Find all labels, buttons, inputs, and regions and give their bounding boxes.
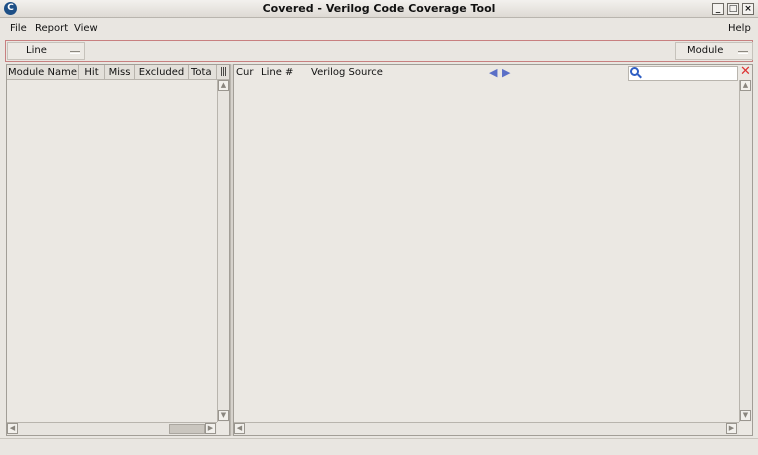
left-vertical-scrollbar[interactable]: ▲ ▼ <box>217 80 229 422</box>
metric-select-value: Line <box>26 45 47 56</box>
column-header-excluded[interactable]: Excluded <box>135 65 189 80</box>
column-header-module-name[interactable]: Module Name <box>7 65 79 80</box>
source-vertical-scrollbar[interactable]: ▲ ▼ <box>739 80 752 422</box>
column-header-total[interactable]: Tota <box>189 65 217 80</box>
scroll-left-arrow-icon[interactable]: ◀ <box>234 423 245 434</box>
column-chooser-icon[interactable]: ||| <box>217 65 229 80</box>
column-header-verilog-source: Verilog Source <box>311 67 383 78</box>
scroll-right-arrow-icon[interactable]: ▶ <box>726 423 737 434</box>
minimize-button[interactable]: _ <box>712 3 724 15</box>
menu-file[interactable]: File <box>10 22 27 36</box>
dropdown-indicator-icon <box>738 51 748 54</box>
scroll-down-arrow-icon[interactable]: ▼ <box>218 410 229 421</box>
dropdown-indicator-icon <box>70 51 80 54</box>
view-select-value: Module <box>687 45 724 56</box>
menu-bar: File Report View Help <box>0 19 758 39</box>
search-icon-handle <box>637 73 642 79</box>
column-header-line-number: Line # <box>261 67 294 78</box>
scroll-thumb[interactable] <box>169 424 205 434</box>
app-icon[interactable]: C <box>4 2 17 15</box>
menu-help[interactable]: Help <box>728 22 751 36</box>
left-horizontal-scrollbar[interactable]: ◀ ▶ <box>7 422 217 435</box>
source-horizontal-scrollbar[interactable]: ◀ ▶ <box>234 422 739 435</box>
close-button[interactable]: × <box>742 3 754 15</box>
status-bar <box>0 438 758 455</box>
scroll-up-arrow-icon[interactable]: ▲ <box>740 80 751 91</box>
column-header-hit[interactable]: Hit <box>79 65 105 80</box>
scroll-down-arrow-icon[interactable]: ▼ <box>740 410 751 421</box>
source-view[interactable]: Cur Line # Verilog Source ◀ ▶ ✕ ▲ ▼ ◀ ▶ <box>233 64 753 436</box>
title-bar: Covered - Verilog Code Coverage Tool C _… <box>0 0 758 18</box>
scroll-up-arrow-icon[interactable]: ▲ <box>218 80 229 91</box>
clear-icon[interactable]: ✕ <box>740 65 751 79</box>
scroll-right-arrow-icon[interactable]: ▶ <box>205 423 216 434</box>
menu-view[interactable]: View <box>74 22 98 36</box>
window-title: Covered - Verilog Code Coverage Tool <box>262 2 496 15</box>
maximize-button[interactable]: □ <box>727 3 739 15</box>
metric-select[interactable]: Line <box>7 42 85 60</box>
module-table[interactable]: Module Name Hit Miss Excluded Tota ||| ▲… <box>6 64 230 436</box>
scroll-left-arrow-icon[interactable]: ◀ <box>7 423 18 434</box>
column-header-miss[interactable]: Miss <box>105 65 135 80</box>
column-header-cur: Cur <box>236 67 254 78</box>
prev-arrow-icon[interactable]: ◀ <box>489 66 497 80</box>
next-arrow-icon[interactable]: ▶ <box>502 66 510 80</box>
menu-report[interactable]: Report <box>35 22 68 36</box>
view-select[interactable]: Module <box>675 42 753 60</box>
toolbar: Line Module <box>5 40 753 62</box>
search-input[interactable] <box>628 66 738 81</box>
